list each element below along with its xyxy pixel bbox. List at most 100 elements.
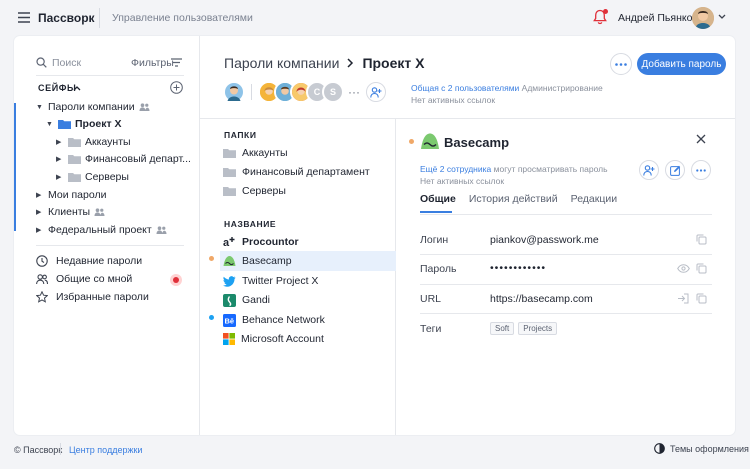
expand-icon[interactable]: ▶: [56, 173, 64, 181]
login-value[interactable]: piankov@passwork.me: [490, 234, 599, 246]
tree-item-clients[interactable]: ▶ Клиенты: [36, 206, 105, 218]
active-safe-indicator: [14, 103, 16, 231]
more-actions-button[interactable]: [691, 160, 711, 180]
nav-recent-passwords[interactable]: Недавние пароли: [36, 255, 142, 267]
tab-revisions[interactable]: Редакции: [571, 193, 617, 205]
eye-icon[interactable]: [677, 264, 690, 273]
shared-role: Администрирование: [521, 83, 603, 93]
open-link-icon[interactable]: [677, 293, 689, 304]
menu-icon[interactable]: [18, 12, 30, 23]
more-users-icon[interactable]: ···: [348, 85, 360, 99]
nav-favorite-passwords[interactable]: Избранные пароли: [36, 291, 149, 303]
copy-icon[interactable]: [696, 234, 707, 245]
breadcrumb-parent[interactable]: Пароли компании: [224, 55, 339, 71]
divider: [60, 443, 61, 455]
edit-password-button[interactable]: [665, 160, 685, 180]
tree-item-federal-project[interactable]: ▶ Федеральный проект: [36, 224, 167, 236]
content-area: Пароли компании Проект Х Добавить пароль…: [200, 36, 735, 435]
shared-with-link[interactable]: Общая с 2 пользователями: [411, 83, 519, 93]
expand-icon[interactable]: ▶: [36, 226, 44, 234]
svg-text:Bē: Bē: [225, 316, 235, 325]
share-password-button[interactable]: [639, 160, 659, 180]
avatar[interactable]: S: [322, 81, 344, 103]
search-input[interactable]: Поиск: [52, 57, 81, 69]
tag[interactable]: Soft: [490, 322, 515, 335]
main-card: Поиск Фильтры СЕЙФЫ ▼ Пароли компании ▼ …: [14, 36, 735, 435]
nav-label: Избранные пароли: [56, 291, 149, 303]
expand-icon[interactable]: ▶: [56, 155, 64, 163]
chevron-up-icon[interactable]: [73, 85, 81, 91]
tree-item-accounts[interactable]: ▶ Аккаунты: [56, 136, 131, 148]
expand-icon[interactable]: ▶: [36, 208, 44, 216]
copy-icon[interactable]: [696, 293, 707, 304]
folders-header: ПАПКИ: [224, 130, 257, 140]
password-row[interactable]: Basecamp: [220, 251, 396, 271]
password-value[interactable]: ••••••••••••: [490, 262, 546, 274]
section-link[interactable]: Управление пользователями: [112, 12, 253, 24]
sidebar: Поиск Фильтры СЕЙФЫ ▼ Пароли компании ▼ …: [14, 36, 200, 435]
password-detail: Basecamp Ещё 2 сотрудника могут просматр…: [396, 118, 735, 435]
more-viewers-link[interactable]: Ещё 2 сотрудника: [420, 164, 491, 174]
user-avatar[interactable]: [692, 7, 714, 29]
tree-item-label: Федеральный проект: [48, 224, 152, 236]
folder-icon: [223, 186, 236, 196]
tab-general[interactable]: Общие: [420, 193, 456, 205]
gandi-icon: [223, 293, 236, 307]
tags-list: Soft Projects: [490, 322, 561, 335]
tree-item-label: Пароли компании: [48, 101, 135, 113]
avatar[interactable]: [223, 81, 245, 103]
password-row[interactable]: Microsoft Account: [220, 329, 396, 349]
password-row[interactable]: Twitter Project X: [220, 271, 396, 291]
filters-button[interactable]: Фильтры: [131, 57, 174, 69]
url-link[interactable]: https://basecamp.com: [490, 293, 593, 305]
copy-icon[interactable]: [696, 263, 707, 274]
password-row[interactable]: a Procountor: [220, 232, 396, 252]
viewers-text: могут просматривать пароль: [493, 164, 608, 174]
brand-name[interactable]: Пассворк: [38, 11, 95, 25]
add-password-button[interactable]: Добавить пароль: [637, 53, 726, 75]
tab-history[interactable]: История действий: [469, 193, 558, 205]
star-icon: [36, 291, 48, 303]
tags-label: Теги: [420, 323, 442, 335]
password-row[interactable]: Gandi: [220, 290, 396, 310]
nav-label: Недавние пароли: [56, 255, 143, 267]
support-link[interactable]: Центр поддержки: [69, 445, 142, 455]
tag[interactable]: Projects: [518, 322, 558, 335]
tree-item-company-passwords[interactable]: ▼ Пароли компании: [36, 101, 150, 113]
expand-icon[interactable]: ▶: [56, 138, 64, 146]
shared-users-icon: [156, 226, 167, 234]
themes-button[interactable]: Темы оформления: [654, 443, 749, 454]
folder-row[interactable]: Серверы: [220, 181, 396, 201]
clock-icon: [36, 255, 48, 267]
tree-item-servers[interactable]: ▶ Серверы: [56, 171, 129, 183]
add-safe-icon[interactable]: [170, 81, 183, 94]
password-name: Behance Network: [242, 314, 325, 326]
more-options-button[interactable]: [610, 53, 632, 75]
filter-icon[interactable]: [171, 58, 182, 67]
status-dot: [209, 315, 214, 320]
names-header: НАЗВАНИЕ: [224, 219, 277, 229]
expand-icon[interactable]: ▼: [36, 104, 44, 111]
tree-item-finance[interactable]: ▶ Финансовый департ...: [56, 153, 191, 165]
safes-header[interactable]: СЕЙФЫ: [38, 83, 76, 93]
close-icon[interactable]: [696, 134, 706, 144]
chevron-down-icon[interactable]: [718, 14, 726, 20]
divider: [420, 284, 712, 285]
detail-title: Basecamp: [444, 135, 510, 150]
svg-text:a: a: [223, 237, 230, 248]
tree-item-my-passwords[interactable]: ▶ Мои пароли: [36, 189, 106, 201]
detail-tabs: Общие История действий Редакции: [420, 193, 617, 205]
user-name[interactable]: Андрей Пьянков: [618, 12, 698, 24]
expand-icon[interactable]: ▼: [46, 121, 54, 128]
shared-users-icon: [94, 208, 105, 216]
nav-shared-with-me[interactable]: Общие со мной: [36, 273, 132, 285]
copyright: © Пассворк: [14, 445, 63, 455]
no-links-status: Нет активных ссылок: [411, 95, 496, 105]
folder-row[interactable]: Финансовый департамент: [220, 162, 396, 182]
tree-item-project-x[interactable]: ▼ Проект Х: [46, 118, 122, 130]
expand-icon[interactable]: ▶: [36, 191, 44, 199]
share-button[interactable]: [366, 82, 386, 102]
folder-row[interactable]: Аккаунты: [220, 143, 396, 163]
breadcrumb: Пароли компании Проект Х: [224, 55, 424, 71]
password-row[interactable]: Bē Behance Network: [220, 310, 396, 330]
